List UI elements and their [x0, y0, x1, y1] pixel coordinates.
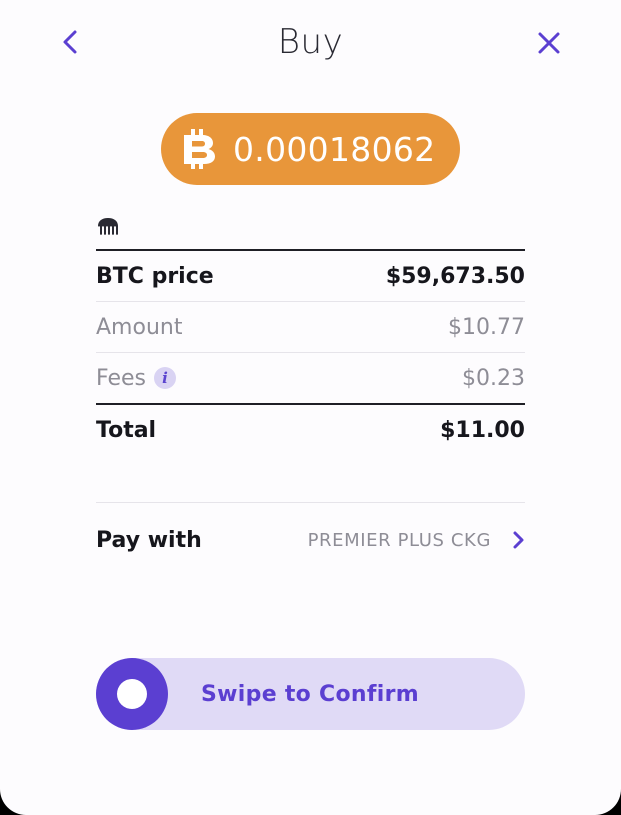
close-button[interactable]: [530, 24, 568, 62]
total-value: $11.00: [440, 417, 525, 443]
info-icon[interactable]: i: [153, 367, 176, 389]
amount-label: Amount: [96, 314, 183, 340]
pay-method-group: PREMIER PLUS CKG: [308, 529, 525, 551]
btc-price-value: $59,673.50: [385, 263, 525, 289]
fees-row: Fees i $0.23: [96, 353, 525, 403]
amount-row: Amount $10.77: [96, 302, 525, 352]
bitcoin-icon: [179, 127, 219, 171]
fees-label: Fees: [96, 365, 146, 391]
close-icon: [538, 32, 560, 54]
btc-amount-pill: 0.00018062: [161, 113, 460, 185]
header: Buy: [0, 0, 621, 90]
divider: [96, 502, 525, 503]
total-label: Total: [96, 417, 157, 443]
btc-amount: 0.00018062: [233, 129, 436, 169]
btc-price-label: BTC price: [96, 263, 214, 289]
buy-confirmation-screen: Buy 0.00018062 BTC price $59,673.50 Amou…: [0, 0, 621, 815]
amount-value: $10.77: [448, 314, 525, 340]
swipe-handle-dot: [117, 679, 147, 709]
total-row: Total $11.00: [96, 405, 525, 455]
pay-with-row[interactable]: Pay with PREMIER PLUS CKG: [96, 515, 525, 565]
swipe-handle[interactable]: [96, 658, 168, 730]
chevron-right-icon: [513, 531, 524, 549]
swipe-to-confirm-label: Swipe to Confirm: [201, 681, 419, 707]
fees-label-group: Fees i: [96, 366, 176, 391]
payment-method: PREMIER PLUS CKG: [307, 529, 491, 551]
fees-value: $0.23: [462, 365, 525, 391]
btc-price-row: BTC price $59,673.50: [96, 251, 525, 301]
pay-with-label: Pay with: [96, 527, 202, 553]
kraken-icon: [98, 218, 118, 235]
page-title: Buy: [277, 22, 344, 62]
